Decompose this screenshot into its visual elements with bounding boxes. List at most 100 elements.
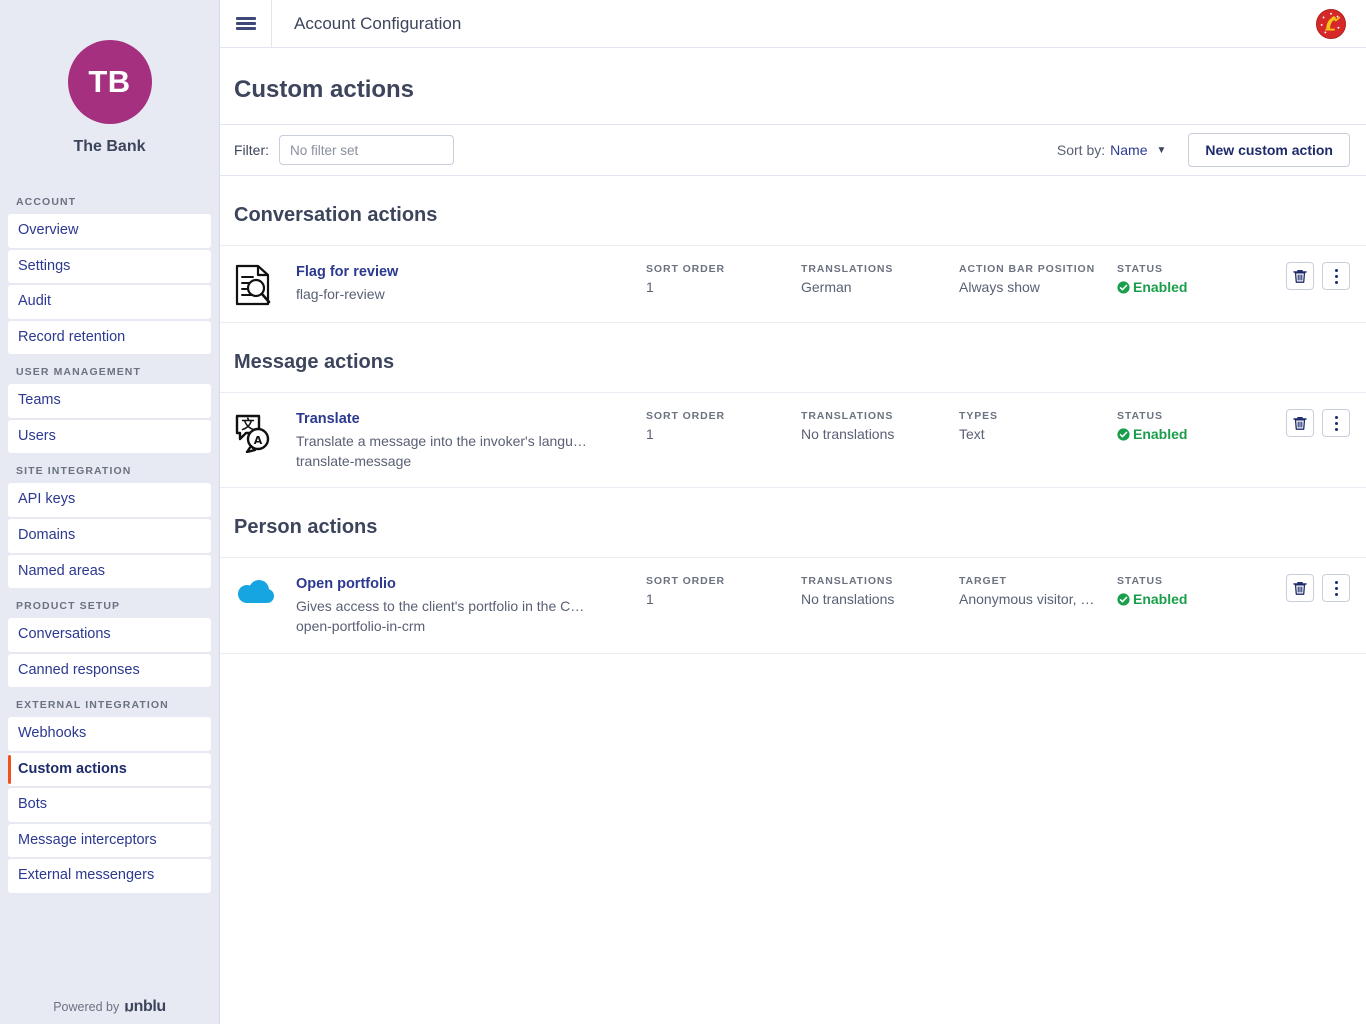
sidebar-item-teams[interactable]: Teams bbox=[8, 384, 211, 418]
main-area: Account Configuration bbox=[220, 0, 1366, 1024]
account-name: The Bank bbox=[0, 138, 219, 156]
action-description: Translate a message into the invoker's l… bbox=[296, 431, 596, 451]
row-column: SORT ORDER 1 bbox=[646, 409, 801, 442]
section-title: Person actions bbox=[220, 488, 1366, 557]
delete-button[interactable] bbox=[1286, 574, 1314, 602]
delete-button[interactable] bbox=[1286, 262, 1314, 290]
content-area: Conversation actions Flag for review fla… bbox=[220, 176, 1366, 1024]
row-column: TRANSLATIONS German bbox=[801, 262, 959, 295]
column-value: Always show bbox=[959, 279, 1104, 295]
column-label: SORT ORDER bbox=[646, 410, 801, 422]
sidebar-item-message-interceptors[interactable]: Message interceptors bbox=[8, 824, 211, 858]
filter-input[interactable] bbox=[279, 135, 454, 165]
status-check-icon bbox=[1117, 281, 1130, 294]
sidebar-item-named-areas[interactable]: Named areas bbox=[8, 555, 211, 589]
row-icon bbox=[234, 262, 296, 306]
table-row: 文 A Translate Translate a message into t… bbox=[220, 392, 1366, 488]
column-value: 1 bbox=[646, 279, 791, 295]
sidebar-item-api-keys[interactable]: API keys bbox=[8, 483, 211, 517]
status-badge: Enabled bbox=[1117, 426, 1247, 442]
sidebar-item-canned-responses[interactable]: Canned responses bbox=[8, 654, 211, 688]
sidebar-item-conversations[interactable]: Conversations bbox=[8, 618, 211, 652]
action-key: open-portfolio-in-crm bbox=[296, 616, 632, 636]
account-avatar: TB bbox=[68, 40, 152, 124]
column-value: Text bbox=[959, 426, 1104, 442]
topbar: Account Configuration bbox=[220, 0, 1366, 48]
app-root: TB The Bank ACCOUNTOverviewSettingsAudit… bbox=[0, 0, 1366, 1024]
sort-by-value: Name bbox=[1110, 142, 1147, 158]
new-custom-action-button[interactable]: New custom action bbox=[1188, 133, 1350, 167]
chevron-down-icon: ▼ bbox=[1157, 145, 1167, 156]
sidebar-item-overview[interactable]: Overview bbox=[8, 214, 211, 248]
trash-icon bbox=[1293, 416, 1307, 431]
row-icon bbox=[234, 574, 296, 610]
sort-by-dropdown[interactable]: Sort by: Name ▼ bbox=[1057, 142, 1167, 158]
row-column: SORT ORDER 1 bbox=[646, 574, 801, 607]
row-menu-button[interactable] bbox=[1322, 262, 1350, 290]
sidebar-item-settings[interactable]: Settings bbox=[8, 250, 211, 284]
row-main: Open portfolio Gives access to the clien… bbox=[296, 574, 646, 636]
sort-by-label: Sort by: bbox=[1057, 142, 1105, 158]
column-label: SORT ORDER bbox=[646, 263, 801, 275]
column-label: TARGET bbox=[959, 575, 1117, 587]
sidebar-item-webhooks[interactable]: Webhooks bbox=[8, 717, 211, 751]
sidebar-item-audit[interactable]: Audit bbox=[8, 285, 211, 319]
column-label: STATUS bbox=[1117, 410, 1247, 422]
action-name-link[interactable]: Open portfolio bbox=[296, 574, 632, 596]
status-badge: Enabled bbox=[1117, 279, 1247, 295]
column-label: SORT ORDER bbox=[646, 575, 801, 587]
row-column: TRANSLATIONS No translations bbox=[801, 409, 959, 442]
section-title: Conversation actions bbox=[220, 176, 1366, 245]
more-vertical-icon bbox=[1335, 414, 1338, 432]
hamburger-icon[interactable] bbox=[220, 0, 272, 48]
sidebar-item-external-messengers[interactable]: External messengers bbox=[8, 859, 211, 893]
user-avatar[interactable] bbox=[1316, 9, 1346, 39]
sidebar-group-title: SITE INTEGRATION bbox=[8, 455, 211, 483]
action-key: translate-message bbox=[296, 451, 632, 471]
action-name-link[interactable]: Translate bbox=[296, 409, 632, 431]
powered-by: Powered by nnblu bbox=[0, 998, 219, 1016]
column-label: TRANSLATIONS bbox=[801, 575, 959, 587]
table-row: Open portfolio Gives access to the clien… bbox=[220, 557, 1366, 653]
section-title: Message actions bbox=[220, 323, 1366, 392]
row-icon: 文 A bbox=[234, 409, 296, 453]
table-row: Flag for review flag-for-review SORT ORD… bbox=[220, 245, 1366, 323]
column-label: TYPES bbox=[959, 410, 1117, 422]
sidebar-group-title: ACCOUNT bbox=[8, 186, 211, 214]
sidebar-item-users[interactable]: Users bbox=[8, 420, 211, 454]
column-label: STATUS bbox=[1117, 575, 1247, 587]
sidebar-nav: ACCOUNTOverviewSettingsAuditRecord reten… bbox=[0, 186, 219, 895]
status-column: STATUS Enabled bbox=[1117, 262, 1247, 295]
sidebar-group-title: PRODUCT SETUP bbox=[8, 590, 211, 618]
page-title-wrap: Custom actions bbox=[220, 48, 1366, 124]
row-main: Translate Translate a message into the i… bbox=[296, 409, 646, 471]
sidebar-item-bots[interactable]: Bots bbox=[8, 788, 211, 822]
action-name-link[interactable]: Flag for review bbox=[296, 262, 632, 284]
row-actions bbox=[1247, 409, 1350, 437]
sidebar-item-domains[interactable]: Domains bbox=[8, 519, 211, 553]
column-value: 1 bbox=[646, 591, 791, 607]
sidebar-item-custom-actions[interactable]: Custom actions bbox=[8, 753, 211, 787]
more-vertical-icon bbox=[1335, 579, 1338, 597]
status-column: STATUS Enabled bbox=[1117, 574, 1247, 607]
status-text: Enabled bbox=[1133, 279, 1187, 295]
status-text: Enabled bbox=[1133, 591, 1187, 607]
row-menu-button[interactable] bbox=[1322, 409, 1350, 437]
status-text: Enabled bbox=[1133, 426, 1187, 442]
filter-toolbar: Filter: Sort by: Name ▼ New custom actio… bbox=[220, 124, 1366, 176]
account-avatar-initials: TB bbox=[88, 64, 130, 100]
unblu-logo: nnblu bbox=[124, 998, 166, 1016]
row-column: TRANSLATIONS No translations bbox=[801, 574, 959, 607]
more-vertical-icon bbox=[1335, 267, 1338, 285]
trash-icon bbox=[1293, 581, 1307, 596]
brand-block: TB The Bank bbox=[0, 0, 219, 156]
delete-button[interactable] bbox=[1286, 409, 1314, 437]
document-search-icon bbox=[234, 264, 272, 306]
translate-icon: 文 A bbox=[234, 411, 274, 453]
sidebar-item-record-retention[interactable]: Record retention bbox=[8, 321, 211, 355]
action-description: Gives access to the client's portfolio i… bbox=[296, 596, 596, 616]
row-column: TARGET Anonymous visitor, … bbox=[959, 574, 1117, 607]
column-value: No translations bbox=[801, 591, 946, 607]
column-label: TRANSLATIONS bbox=[801, 410, 959, 422]
row-menu-button[interactable] bbox=[1322, 574, 1350, 602]
